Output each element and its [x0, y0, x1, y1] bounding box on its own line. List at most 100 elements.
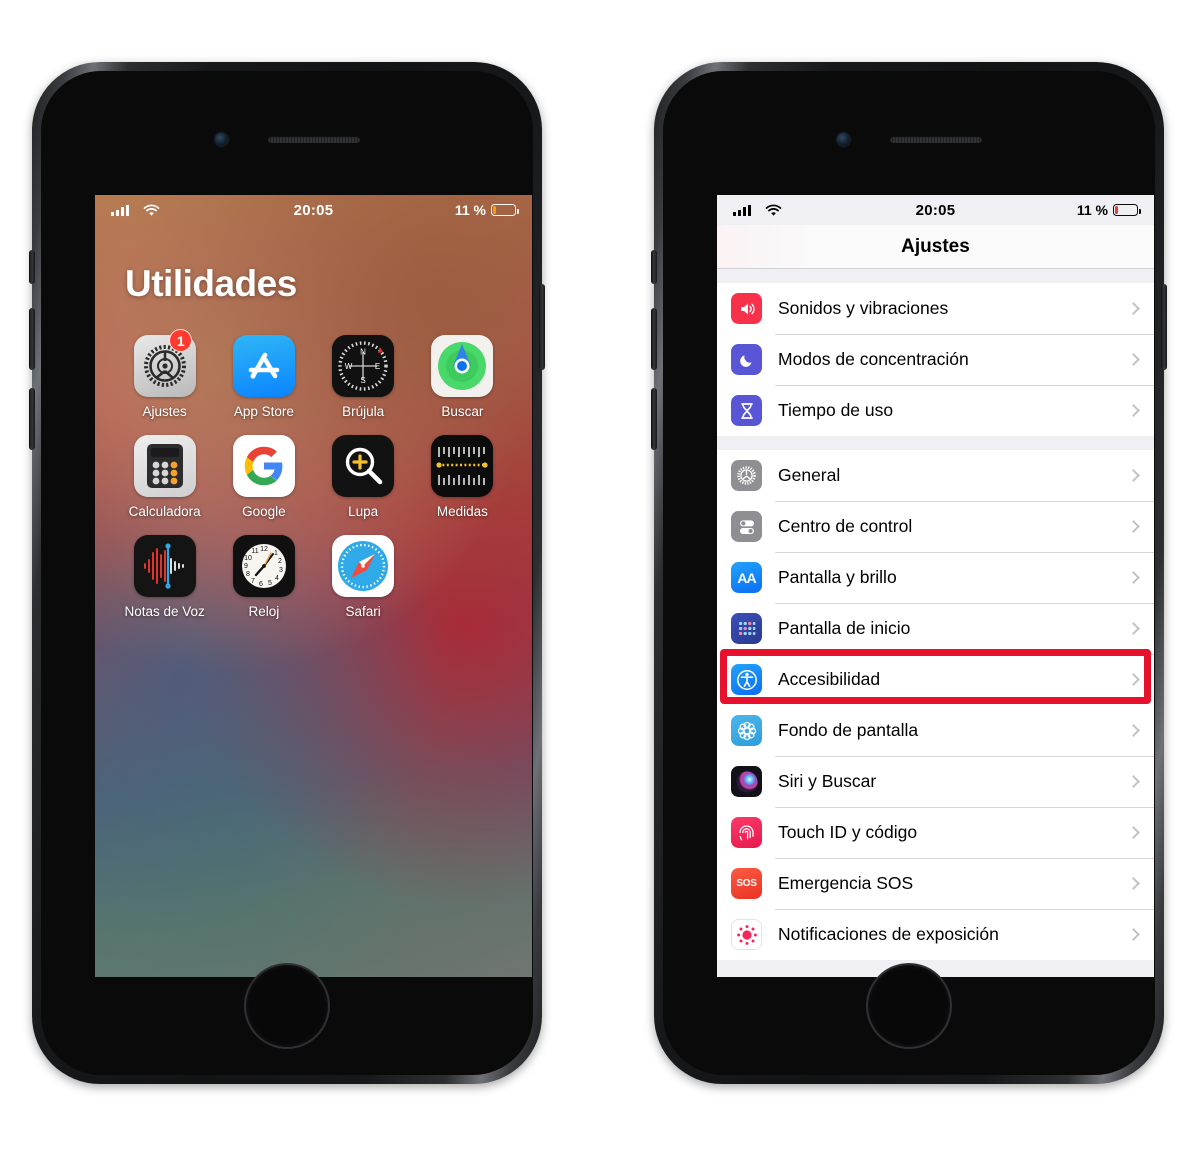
app-label: Brújula	[342, 404, 385, 419]
row-label: Touch ID y código	[778, 822, 918, 842]
status-bar-settings: 20:05 11 %	[717, 195, 1154, 225]
app-lupa[interactable]: Lupa	[314, 435, 413, 519]
settings-row-general[interactable]: General	[717, 450, 1154, 501]
phone-body: 20:05 11 % Utilidades 1 Ajustes App Stor…	[41, 71, 533, 1075]
app-calculadora[interactable]: Calculadora	[115, 435, 214, 519]
measure-ruler-icon	[431, 435, 494, 497]
front-camera-icon	[214, 133, 228, 146]
chevron-right-icon	[1127, 877, 1140, 890]
calculator-icon	[133, 435, 196, 497]
row-label: Modos de concentración	[778, 349, 969, 369]
app-ajustes[interactable]: 1 Ajustes	[115, 329, 214, 419]
settings-row-pantalla-de-inicio[interactable]: Pantalla de inicio	[717, 603, 1154, 654]
battery-low-icon	[491, 204, 519, 216]
front-camera-icon	[836, 133, 850, 146]
app-label: Notas de Voz	[124, 604, 205, 619]
svg-text:E: E	[375, 362, 380, 371]
app-reloj[interactable]: 12 1 2 345 678 9 10 11 Reloj	[214, 535, 313, 619]
svg-text:1: 1	[274, 550, 278, 557]
settings-row-modos-concentracion[interactable]: Modos de concentración	[717, 334, 1154, 385]
app-label: Safari	[345, 604, 381, 619]
siri-orb-icon	[731, 766, 762, 797]
row-label: Sonidos y vibraciones	[778, 298, 949, 318]
chevron-right-icon	[1127, 673, 1140, 686]
svg-text:10: 10	[244, 555, 252, 562]
volume-up-button[interactable]	[29, 308, 35, 370]
compass-icon: N S E W	[332, 335, 395, 397]
volume-down-button[interactable]	[29, 388, 35, 450]
chevron-right-icon	[1127, 404, 1140, 417]
home-grid-icon	[731, 613, 762, 644]
settings-row-touch-id[interactable]: Touch ID y código	[717, 807, 1154, 858]
svg-text:2: 2	[278, 558, 282, 565]
settings-row-siri-y-buscar[interactable]: Siri y Buscar	[717, 756, 1154, 807]
row-label: General	[778, 465, 841, 485]
app-app-store[interactable]: App Store	[214, 335, 313, 419]
settings-app: 20:05 11 % Ajustes Sonidos y vibraciones…	[717, 195, 1154, 977]
settings-row-pantalla-y-brillo[interactable]: AA Pantalla y brillo	[717, 552, 1154, 603]
app-brujula[interactable]: N S E W Brújula	[314, 335, 413, 419]
app-buscar[interactable]: Buscar	[413, 335, 512, 419]
settings-screen: 20:05 11 % Ajustes Sonidos y vibraciones…	[717, 195, 1154, 977]
wallpaper-flower-icon	[731, 715, 762, 746]
chevron-right-icon	[1127, 302, 1140, 315]
app-label: Lupa	[348, 504, 379, 519]
app-label: Reloj	[248, 604, 280, 619]
status-time: 20:05	[293, 201, 334, 219]
settings-row-tiempo-de-uso[interactable]: Tiempo de uso	[717, 385, 1154, 436]
app-icon-grid: 1 Ajustes App Store N S E W Brújula Busc…	[95, 329, 532, 619]
wallpaper: 20:05 11 % Utilidades 1 Ajustes App Stor…	[95, 195, 532, 977]
svg-text:N: N	[360, 348, 366, 357]
app-notas-de-voz[interactable]: Notas de Voz	[115, 535, 214, 619]
svg-text:11: 11	[251, 548, 258, 555]
chevron-right-icon	[1127, 724, 1140, 737]
battery-low-icon	[1113, 204, 1141, 216]
chevron-right-icon	[1127, 571, 1140, 584]
settings-row-notificaciones-exposicion[interactable]: Notificaciones de exposición	[717, 909, 1154, 960]
app-label: Google	[242, 504, 286, 519]
settings-row-centro-de-control[interactable]: Centro de control	[717, 501, 1154, 552]
sos-icon: SOS	[731, 868, 762, 899]
status-bar-home: 20:05 11 %	[95, 195, 532, 225]
svg-text:4: 4	[275, 575, 279, 582]
volume-down-button[interactable]	[651, 388, 657, 450]
settings-row-emergencia-sos[interactable]: SOS Emergencia SOS	[717, 858, 1154, 909]
google-icon	[232, 435, 295, 497]
home-button[interactable]	[244, 963, 330, 1049]
settings-row-sonidos[interactable]: Sonidos y vibraciones	[717, 283, 1154, 334]
earpiece-speaker-icon	[267, 136, 360, 143]
toggles-icon	[731, 511, 762, 542]
app-safari[interactable]: Safari	[314, 535, 413, 619]
app-label: Ajustes	[142, 404, 187, 419]
row-label: Pantalla y brillo	[778, 567, 897, 587]
ring-switch[interactable]	[651, 250, 657, 284]
ring-switch[interactable]	[29, 250, 35, 284]
safari-compass-icon	[332, 535, 395, 597]
chevron-right-icon	[1127, 469, 1140, 482]
row-label: Tiempo de uso	[778, 400, 894, 420]
row-label: Pantalla de inicio	[778, 618, 911, 638]
settings-row-accesibilidad[interactable]: Accesibilidad	[717, 654, 1154, 705]
settings-row-fondo-de-pantalla[interactable]: Fondo de pantalla	[717, 705, 1154, 756]
chevron-right-icon	[1127, 353, 1140, 366]
power-button[interactable]	[539, 284, 545, 370]
folder-title: Utilidades	[125, 263, 297, 304]
volume-up-button[interactable]	[651, 308, 657, 370]
row-label: Notificaciones de exposición	[778, 924, 999, 944]
app-medidas[interactable]: Medidas	[413, 435, 512, 519]
chevron-right-icon	[1127, 520, 1140, 533]
exposure-dot-icon	[731, 919, 762, 950]
power-button[interactable]	[1161, 284, 1167, 370]
home-button[interactable]	[866, 963, 952, 1049]
sensor-row	[41, 133, 533, 146]
settings-group-1: Sonidos y vibraciones Modos de concentra…	[717, 283, 1154, 436]
sensor-row	[663, 133, 1155, 146]
phone-left-home: 20:05 11 % Utilidades 1 Ajustes App Stor…	[29, 62, 545, 1084]
settings-group-2: General Centro de control AA Pantalla y …	[717, 450, 1154, 960]
chevron-right-icon	[1127, 775, 1140, 788]
app-store-icon	[232, 335, 295, 397]
aa-text-icon: AA	[731, 562, 762, 593]
magnifier-icon	[332, 435, 395, 497]
app-label: Calculadora	[128, 504, 201, 519]
app-google[interactable]: Google	[214, 435, 313, 519]
